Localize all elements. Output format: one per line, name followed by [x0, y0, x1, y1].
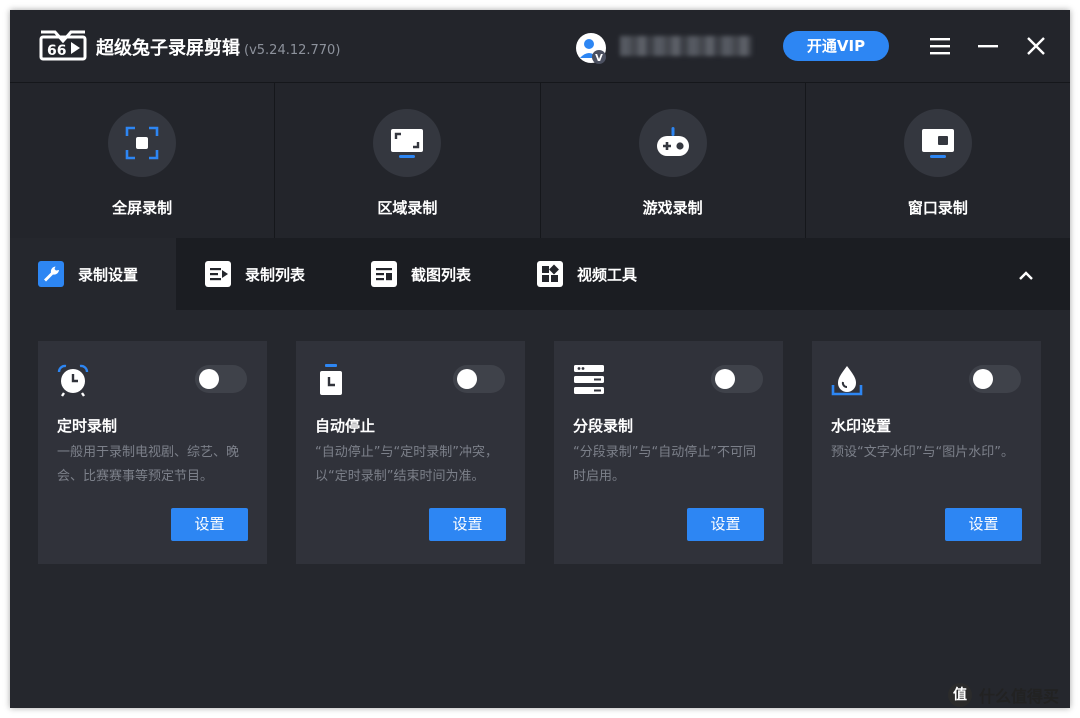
card-description: “自动停止”与“定时录制”冲突，以“定时录制”结束时间为准。 [315, 445, 498, 484]
wrench-icon [38, 261, 64, 287]
open-vip-button[interactable]: 开通VIP [783, 31, 889, 61]
watermark-settings-button[interactable]: 设置 [945, 508, 1022, 541]
tab-label: 录制列表 [245, 265, 306, 284]
card-title: 定时录制 [57, 417, 118, 435]
mode-window-circle [903, 109, 972, 177]
scheduled-recording-toggle[interactable] [195, 365, 247, 393]
gamepad-icon [656, 127, 689, 156]
auto-stop-toggle[interactable] [453, 365, 505, 393]
mode-fullscreen[interactable]: 全屏录制 [10, 83, 276, 238]
minimize-icon[interactable] [976, 34, 1000, 58]
mode-label: 全屏录制 [112, 199, 173, 217]
tab-video-tools[interactable]: 视频工具 [537, 238, 637, 310]
mode-label: 区域录制 [377, 199, 438, 217]
mode-region-circle [373, 109, 442, 177]
card-description: “分段录制”与“自动停止”不可同时启用。 [573, 445, 756, 484]
card-title: 水印设置 [831, 417, 892, 435]
app-title: 超级兔子录屏剪辑 (v5.24.12.770) [96, 34, 340, 60]
region-icon [391, 129, 424, 158]
card-watermark-settings: 水印设置 预设“文字水印”与“图片水印”。 设置 [812, 341, 1041, 564]
app-name: 超级兔子录屏剪辑 [96, 38, 240, 59]
toggle-knob [457, 369, 477, 389]
site-watermark: 值 什么值得买 [948, 683, 1059, 707]
tab-label: 截图列表 [411, 265, 472, 284]
video-tools-icon [537, 261, 563, 287]
settings-panel: 定时录制 一般用于录制电视剧、综艺、晚会、比赛赛事等预定节目。 设置 自动停止 … [10, 310, 1070, 708]
card-description: 一般用于录制电视剧、综艺、晚会、比赛赛事等预定节目。 [57, 445, 240, 484]
user-avatar-icon[interactable]: V [575, 32, 607, 64]
card-title: 分段录制 [573, 417, 634, 435]
record-modes: 全屏录制 区域录制 游戏录制 窗口录制 [10, 83, 1070, 238]
mode-label: 窗口录制 [907, 199, 968, 217]
watermark-logo-icon: 值 [948, 683, 972, 707]
auto-stop-settings-button[interactable]: 设置 [429, 508, 506, 541]
segment-recording-settings-button[interactable]: 设置 [687, 508, 764, 541]
mode-game[interactable]: 游戏录制 [540, 83, 806, 238]
svg-text:66: 66 [47, 43, 66, 59]
mode-game-circle [638, 109, 707, 177]
card-auto-stop: 自动停止 “自动停止”与“定时录制”冲突，以“定时录制”结束时间为准。 设置 [296, 341, 525, 564]
user-name-blurred [620, 36, 752, 56]
segment-icon [574, 365, 604, 394]
alarm-clock-icon [57, 364, 89, 397]
toggle-knob [715, 369, 735, 389]
mode-fullscreen-circle [108, 109, 177, 177]
watermark-toggle[interactable] [969, 365, 1021, 393]
tab-label: 视频工具 [577, 265, 638, 284]
fullscreen-icon [125, 126, 159, 160]
watermark-text: 什么值得买 [979, 687, 1060, 706]
avatar-badge: V [595, 53, 603, 64]
toggle-knob [973, 369, 993, 389]
title-bar: 66 超级兔子录屏剪辑 (v5.24.12.770) V 开通VIP [10, 10, 1070, 83]
record-list-icon [205, 261, 231, 287]
app-version: (v5.24.12.770) [244, 43, 341, 58]
chevron-up-icon[interactable] [1014, 264, 1038, 288]
segment-recording-toggle[interactable] [711, 365, 763, 393]
mode-region[interactable]: 区域录制 [275, 83, 541, 238]
settings-tabs: 录制设置 录制列表 截图列表 视频工具 [10, 238, 1070, 310]
mode-label: 游戏录制 [642, 199, 703, 217]
app-logo-icon: 66 [39, 30, 87, 61]
watermark-icon [831, 366, 863, 396]
menu-icon[interactable] [928, 34, 952, 58]
card-segment-recording: 分段录制 “分段录制”与“自动停止”不可同时启用。 设置 [554, 341, 783, 564]
tab-record-settings[interactable]: 录制设置 [10, 238, 176, 310]
card-description: 预设“文字水印”与“图片水印”。 [831, 445, 1014, 460]
stopwatch-icon [320, 364, 342, 395]
window-icon [921, 129, 954, 158]
card-title: 自动停止 [315, 417, 376, 435]
tab-screenshot-list[interactable]: 截图列表 [371, 238, 471, 310]
app-window: 66 超级兔子录屏剪辑 (v5.24.12.770) V 开通VIP 全屏录制 … [10, 10, 1070, 708]
mode-window[interactable]: 窗口录制 [805, 83, 1070, 238]
toggle-knob [199, 369, 219, 389]
screenshot-list-icon [371, 261, 397, 287]
close-icon[interactable] [1024, 34, 1048, 58]
scheduled-recording-settings-button[interactable]: 设置 [171, 508, 248, 541]
card-scheduled-recording: 定时录制 一般用于录制电视剧、综艺、晚会、比赛赛事等预定节目。 设置 [38, 341, 267, 564]
tab-label: 录制设置 [78, 265, 139, 284]
tab-record-list[interactable]: 录制列表 [205, 238, 305, 310]
